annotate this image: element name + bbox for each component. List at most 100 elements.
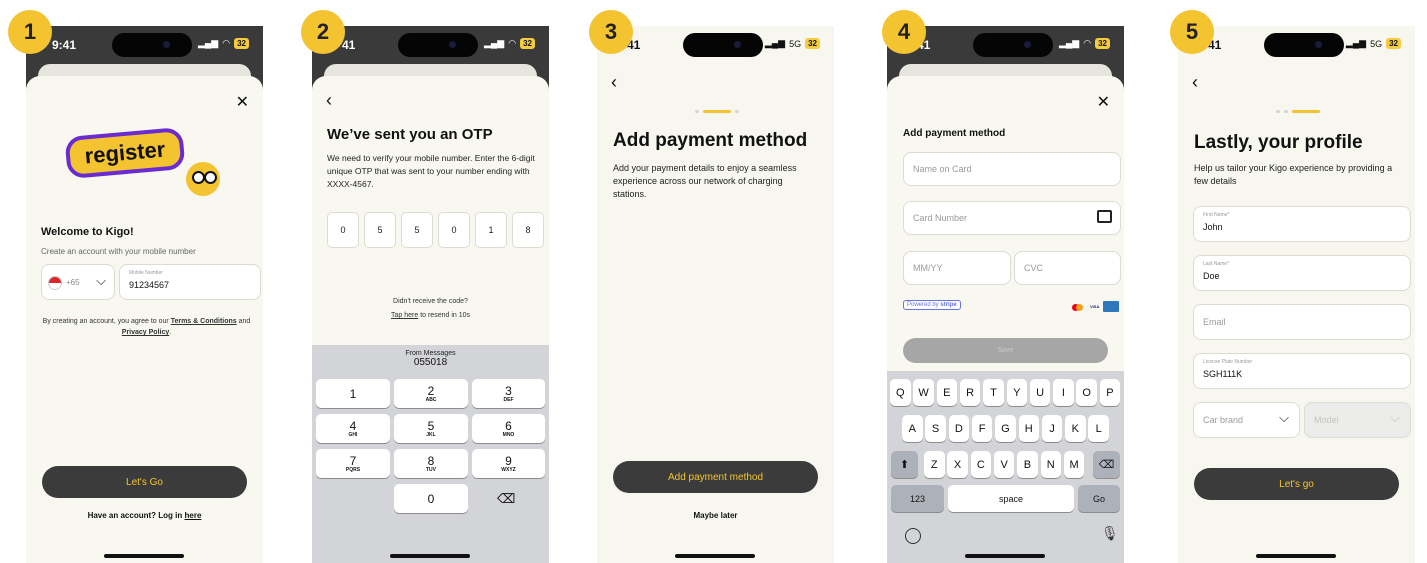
first-name-input[interactable]: First Name* John	[1193, 206, 1411, 242]
key-c[interactable]: C	[970, 451, 992, 478]
status-bar: 41 ▂▄▆ ◠ 32	[312, 26, 549, 62]
home-indicator	[1256, 554, 1336, 558]
key-a[interactable]: A	[902, 415, 923, 442]
key-x[interactable]: X	[947, 451, 968, 478]
add-payment-method-button[interactable]: Add payment method	[613, 461, 818, 493]
email-input[interactable]: Email	[1193, 304, 1411, 340]
screen-otp: 41 ▂▄▆ ◠ 32 ‹ We’ve sent you an OTP We nee…	[312, 26, 549, 563]
privacy-link[interactable]: Privacy Policy	[122, 329, 169, 336]
card-number-input[interactable]: Card Number	[903, 201, 1121, 235]
maybe-later-link[interactable]: Maybe later	[597, 511, 834, 520]
key-k[interactable]: K	[1065, 415, 1086, 442]
camera-icon[interactable]	[1097, 210, 1112, 223]
key-y[interactable]: Y	[1006, 379, 1027, 406]
country-code-select[interactable]: +65 ⌵	[41, 264, 115, 300]
space-key[interactable]: space	[948, 485, 1074, 512]
model-select[interactable]: Model ⌵	[1304, 402, 1411, 438]
terms-link[interactable]: Terms & Conditions	[171, 318, 237, 325]
status-icons: ▂▄▆ ◠ 32	[198, 38, 249, 49]
key-3[interactable]: 3 DEF	[472, 379, 545, 408]
key-4[interactable]: 4 GHI	[316, 414, 390, 443]
back-arrow-icon[interactable]: ‹	[611, 72, 617, 93]
key-d[interactable]: D	[948, 415, 970, 442]
key-l[interactable]: L	[1088, 415, 1109, 442]
key-e[interactable]: E	[936, 379, 958, 406]
key-7[interactable]: 7 PQRS	[316, 449, 390, 478]
status-icons: ▂▄▆ 5G 32	[765, 38, 820, 49]
key-u[interactable]: U	[1029, 379, 1051, 406]
key-s[interactable]: S	[925, 415, 946, 442]
chevron-down-icon: ⌵	[1390, 410, 1400, 425]
tap-here-link[interactable]: Tap here	[391, 312, 418, 319]
backspace-icon[interactable]: ⌫	[497, 491, 515, 507]
home-indicator	[104, 554, 184, 558]
key-g[interactable]: G	[995, 415, 1016, 442]
key-i[interactable]: I	[1053, 379, 1074, 406]
login-link[interactable]: here	[185, 511, 202, 520]
back-arrow-icon[interactable]: ‹	[326, 90, 332, 111]
key-m[interactable]: M	[1063, 451, 1085, 478]
shift-key[interactable]: ⬆	[891, 451, 918, 478]
delete-key[interactable]: ⌫	[1093, 451, 1120, 478]
otp-digit-1[interactable]: 0	[327, 212, 359, 248]
close-icon[interactable]: ✕	[236, 92, 249, 112]
car-brand-select[interactable]: Car brand ⌵	[1193, 402, 1300, 438]
key-f[interactable]: F	[971, 415, 993, 442]
otp-digit-2[interactable]: 5	[364, 212, 396, 248]
signal-icon: ▂▄▆	[1345, 38, 1367, 48]
key-r[interactable]: R	[959, 379, 981, 406]
dynamic-island	[973, 33, 1053, 57]
otp-digit-5[interactable]: 1	[475, 212, 507, 248]
cvc-input[interactable]: CVC	[1014, 251, 1121, 285]
save-button[interactable]: Save	[903, 338, 1108, 363]
status-time: 9:41	[52, 38, 77, 52]
step-badge-4: 4	[882, 10, 926, 54]
progress-dots	[1276, 110, 1320, 113]
key-p[interactable]: P	[1099, 379, 1121, 406]
payment-body: Add your payment details to enjoy a seam…	[613, 163, 797, 199]
expiry-input[interactable]: MM/YY	[903, 251, 1011, 285]
key-1[interactable]: 1	[316, 379, 390, 408]
key-0[interactable]: 0	[394, 484, 468, 513]
status-icons: ▂▄▆ ◠ 32	[484, 38, 535, 49]
key-n[interactable]: N	[1040, 451, 1061, 478]
back-arrow-icon[interactable]: ‹	[1192, 72, 1198, 93]
name-on-card-input[interactable]: Name on Card	[903, 152, 1121, 186]
key-t[interactable]: T	[983, 379, 1004, 406]
battery-icon: 32	[805, 38, 820, 49]
lets-go-button[interactable]: Let's Go	[42, 466, 247, 498]
progress-dots	[695, 110, 739, 113]
home-indicator	[675, 554, 755, 558]
key-2[interactable]: 2 ABC	[394, 379, 468, 408]
key-q[interactable]: Q	[890, 379, 911, 406]
mascot-icon	[186, 162, 220, 196]
key-o[interactable]: O	[1076, 379, 1097, 406]
wifi-icon: ◠	[508, 38, 517, 48]
go-key[interactable]: Go	[1078, 485, 1120, 512]
step-badge-3: 3	[589, 10, 633, 54]
otp-digit-4[interactable]: 0	[438, 212, 470, 248]
otp-digit-3[interactable]: 5	[401, 212, 433, 248]
key-6[interactable]: 6 MNO	[472, 414, 545, 443]
key-9[interactable]: 9 WXYZ	[472, 449, 545, 478]
key-w[interactable]: W	[913, 379, 934, 406]
key-j[interactable]: J	[1041, 415, 1063, 442]
last-name-input[interactable]: Last Name* Doe	[1193, 255, 1411, 291]
microphone-icon[interactable]: 🎙	[1101, 525, 1119, 542]
key-5[interactable]: 5 JKL	[394, 414, 468, 443]
key-8[interactable]: 8 TUV	[394, 449, 468, 478]
mobile-number-input[interactable]: Mobile Number 91234567	[119, 264, 261, 300]
lets-go-button[interactable]: Let's go	[1194, 468, 1399, 500]
license-plate-input[interactable]: License Plate Number SGH111K	[1193, 353, 1411, 389]
key-v[interactable]: V	[993, 451, 1015, 478]
key-z[interactable]: Z	[924, 451, 945, 478]
card-title: Add payment method	[903, 128, 1006, 139]
otp-autofill-suggestion[interactable]: From Messages 055018	[312, 350, 549, 368]
otp-digit-6[interactable]: 8	[512, 212, 544, 248]
close-icon[interactable]: ✕	[1097, 92, 1110, 112]
numbers-key[interactable]: 123	[891, 485, 944, 512]
qwerty-keyboard: QWERTYUIOP ASDFGHJKL ZXCVBNM ⬆ ⌫ 123 spa…	[887, 371, 1124, 563]
key-h[interactable]: H	[1018, 415, 1039, 442]
emoji-icon[interactable]	[905, 528, 921, 544]
key-b[interactable]: B	[1017, 451, 1038, 478]
